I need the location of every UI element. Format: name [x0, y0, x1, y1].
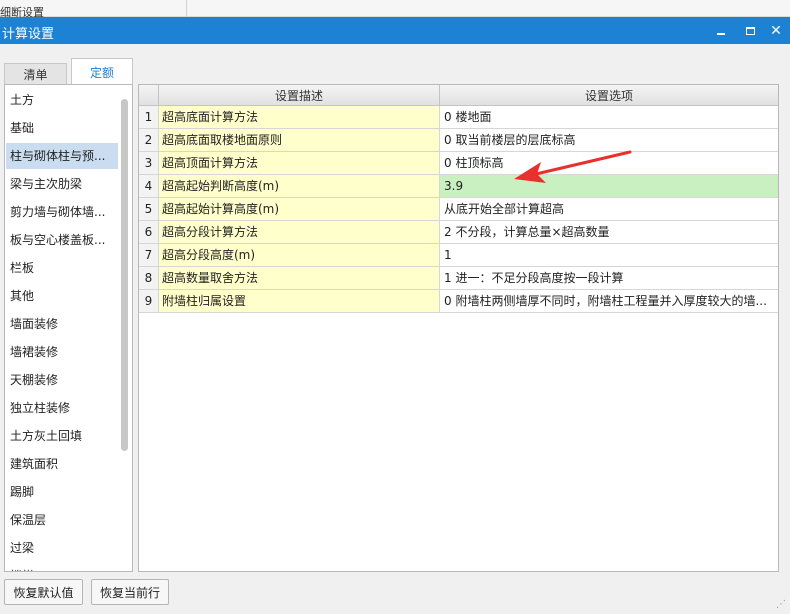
table-row[interactable]: 1 超高底面计算方法 0 楼地面 — [139, 106, 778, 129]
row-number: 6 — [139, 221, 159, 244]
row-description: 附墙柱归属设置 — [159, 290, 440, 313]
row-option[interactable]: 1 — [440, 244, 778, 267]
row-option[interactable]: 2 不分段，计算总量×超高数量 — [440, 221, 778, 244]
row-description: 超高底面取楼地面原则 — [159, 129, 440, 152]
table-row[interactable]: 3 超高顶面计算方法 0 柱顶标高 — [139, 152, 778, 175]
dialog-titlebar[interactable]: 计算设置 ✕ — [0, 17, 790, 44]
row-description: 超高分段高度(m) — [159, 244, 440, 267]
list-item[interactable]: 天棚装修 — [6, 367, 118, 393]
list-item[interactable]: 栏板 — [6, 255, 118, 281]
list-item[interactable]: 保温层 — [6, 507, 118, 533]
list-item[interactable]: 墙裙装修 — [6, 339, 118, 365]
row-option[interactable]: 0 取当前楼层的层底标高 — [440, 129, 778, 152]
resize-grip-icon[interactable]: ⋰ — [776, 600, 786, 610]
list-item[interactable]: 独立柱装修 — [6, 395, 118, 421]
maximize-button[interactable] — [739, 20, 761, 42]
table-row-highlighted[interactable]: 4 超高起始判断高度(m) 3.9 — [139, 175, 778, 198]
row-description: 超高顶面计算方法 — [159, 152, 440, 175]
row-number: 1 — [139, 106, 159, 129]
restore-default-button[interactable]: 恢复默认值 — [4, 579, 83, 605]
row-number: 4 — [139, 175, 159, 198]
list-item[interactable]: 踢脚 — [6, 479, 118, 505]
list-item[interactable]: 梁与主次肋梁 — [6, 171, 118, 197]
row-description: 超高分段计算方法 — [159, 221, 440, 244]
row-option[interactable]: 0 柱顶标高 — [440, 152, 778, 175]
list-item[interactable]: 墙面装修 — [6, 311, 118, 337]
table-row[interactable]: 8 超高数量取舍方法 1 进一：不足分段高度按一段计算 — [139, 267, 778, 290]
list-item[interactable]: 基础 — [6, 115, 118, 141]
row-description: 超高起始判断高度(m) — [159, 175, 440, 198]
tab-dinge[interactable]: 定额 — [71, 58, 133, 85]
row-description: 超高数量取舍方法 — [159, 267, 440, 290]
list-item[interactable]: 楼梯... — [6, 563, 118, 571]
list-item[interactable]: 土方 — [6, 87, 118, 113]
table-row[interactable]: 9 附墙柱归属设置 0 附墙柱两侧墙厚不同时，附墙柱工程量并入厚度较大的墙... — [139, 290, 778, 313]
row-option[interactable]: 0 附墙柱两侧墙厚不同时，附墙柱工程量并入厚度较大的墙... — [440, 290, 778, 313]
settings-grid: 设置描述 设置选项 1 超高底面计算方法 0 楼地面 2 超高底面取楼地面原则 … — [138, 84, 779, 572]
row-number: 7 — [139, 244, 159, 267]
header-row-number — [139, 85, 159, 106]
background-divider — [186, 0, 187, 17]
table-row[interactable]: 2 超高底面取楼地面原则 0 取当前楼层的层底标高 — [139, 129, 778, 152]
list-item[interactable]: 板与空心楼盖板... — [6, 227, 118, 253]
row-option[interactable]: 0 楼地面 — [440, 106, 778, 129]
close-icon: ✕ — [770, 23, 782, 39]
list-item[interactable]: 剪力墙与砌体墙... — [6, 199, 118, 225]
row-description: 超高底面计算方法 — [159, 106, 440, 129]
table-row[interactable]: 7 超高分段高度(m) 1 — [139, 244, 778, 267]
dialog-title: 计算设置 — [2, 27, 55, 42]
row-option[interactable]: 从底开始全部计算超高 — [440, 198, 778, 221]
row-option-editing[interactable]: 3.9 — [440, 175, 778, 198]
list-item[interactable]: 建筑面积 — [6, 451, 118, 477]
row-number: 9 — [139, 290, 159, 313]
row-option[interactable]: 1 进一：不足分段高度按一段计算 — [440, 267, 778, 290]
close-button[interactable]: ✕ — [765, 20, 787, 42]
category-list: 土方 基础 柱与砌体柱与预... 梁与主次肋梁 剪力墙与砌体墙... 板与空心楼… — [4, 84, 133, 572]
minimize-icon — [717, 33, 725, 35]
table-row[interactable]: 5 超高起始计算高度(m) 从底开始全部计算超高 — [139, 198, 778, 221]
row-description: 超高起始计算高度(m) — [159, 198, 440, 221]
list-item[interactable]: 过梁 — [6, 535, 118, 561]
minimize-button[interactable] — [710, 20, 732, 42]
list-scrollbar[interactable] — [121, 99, 128, 451]
tab-qingdan[interactable]: 清单 — [4, 63, 67, 84]
row-number: 8 — [139, 267, 159, 290]
table-row[interactable]: 6 超高分段计算方法 2 不分段，计算总量×超高数量 — [139, 221, 778, 244]
header-description: 设置描述 — [159, 85, 440, 106]
list-item-selected[interactable]: 柱与砌体柱与预... — [6, 143, 118, 169]
list-item[interactable]: 其他 — [6, 283, 118, 309]
row-number: 5 — [139, 198, 159, 221]
maximize-icon — [745, 27, 755, 35]
background-window-strip: 细断设置 — [0, 0, 790, 19]
row-number: 3 — [139, 152, 159, 175]
list-item[interactable]: 土方灰土回填 — [6, 423, 118, 449]
header-option: 设置选项 — [440, 85, 778, 106]
restore-current-row-button[interactable]: 恢复当前行 — [91, 579, 169, 605]
row-number: 2 — [139, 129, 159, 152]
